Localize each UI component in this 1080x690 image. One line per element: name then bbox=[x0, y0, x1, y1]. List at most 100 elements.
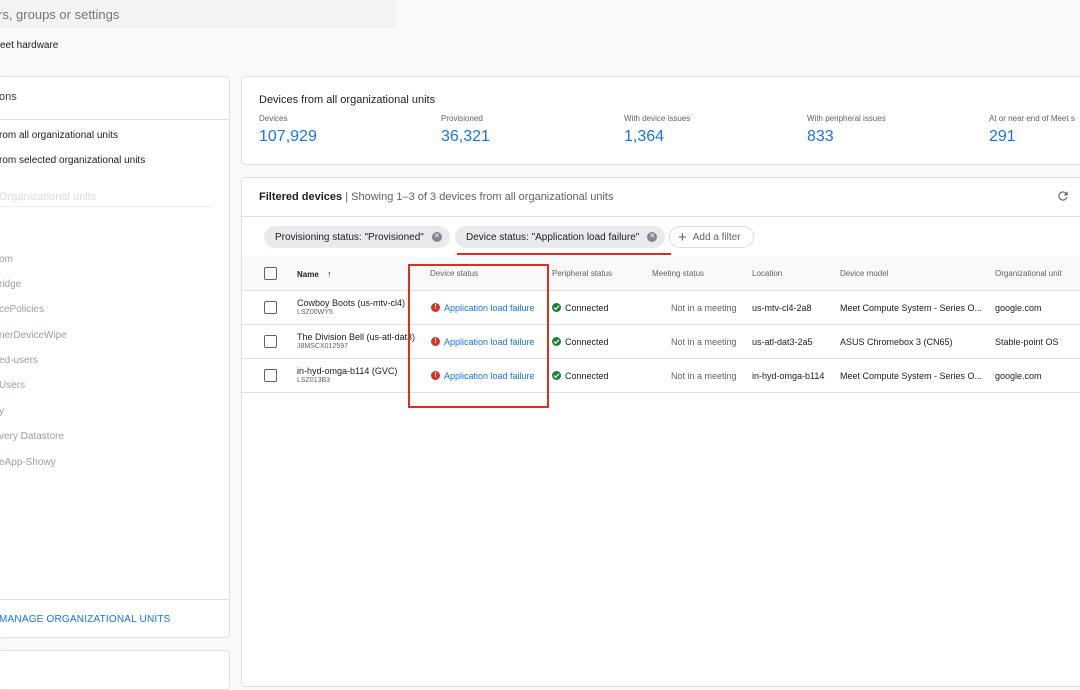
column-meeting-status[interactable]: Meeting status bbox=[652, 269, 704, 278]
refresh-icon[interactable] bbox=[1056, 189, 1070, 203]
device-name[interactable]: in-hyd-omga-b114 (GVC) bbox=[297, 366, 397, 376]
org-unit: google.com bbox=[995, 303, 1042, 313]
device-name[interactable]: The Division Bell (us-atl-dat3) bbox=[297, 332, 415, 342]
device-model: Meet Compute System - Series O... bbox=[840, 303, 983, 313]
org-unit: Stable-point OS bbox=[995, 337, 1059, 347]
stat-devices[interactable]: Devices 107,929 bbox=[259, 114, 317, 146]
row-checkbox[interactable] bbox=[264, 301, 277, 314]
org-unit: google.com bbox=[995, 371, 1042, 381]
divider bbox=[0, 206, 213, 207]
location: us-atl-dat3-2a5 bbox=[752, 337, 813, 347]
option-all-org-units[interactable]: rom all organizational units bbox=[0, 130, 118, 141]
filtered-devices-title: Filtered devices | Showing 1–3 of 3 devi… bbox=[259, 191, 613, 203]
device-status-link[interactable]: Application load failure bbox=[444, 303, 535, 313]
location: us-mtv-cl4-2a8 bbox=[752, 303, 812, 313]
select-all-checkbox[interactable] bbox=[264, 267, 277, 280]
filter-chip-provisioning[interactable]: Provisioning status: "Provisioned" ✕ bbox=[264, 226, 450, 248]
error-circle-icon: ! bbox=[431, 371, 440, 380]
stat-value[interactable]: 291 bbox=[989, 128, 1075, 146]
table-row[interactable]: Cowboy Boots (us-mtv-cl4) LSZ00WY5 ! App… bbox=[242, 291, 1080, 325]
meeting-status: Not in a meeting bbox=[671, 371, 737, 381]
divider bbox=[0, 119, 229, 120]
filtered-subtitle: Showing 1–3 of 3 devices from all organi… bbox=[351, 191, 614, 203]
filter-chip-label: Provisioning status: "Provisioned" bbox=[275, 231, 424, 243]
plus-icon: + bbox=[678, 228, 687, 246]
stat-label: Provisioned bbox=[441, 114, 483, 123]
device-model: ASUS Chromebox 3 (CN65) bbox=[840, 337, 953, 347]
column-device-model[interactable]: Device model bbox=[840, 269, 888, 278]
device-name[interactable]: Cowboy Boots (us-mtv-cl4) bbox=[297, 298, 405, 308]
add-filter-label: Add a filter bbox=[692, 231, 741, 243]
column-name[interactable]: Name ↑ bbox=[297, 269, 332, 279]
org-unit-item[interactable]: ridge bbox=[0, 279, 21, 290]
options-title: ons bbox=[0, 91, 17, 103]
stat-label: At or near end of Meet s bbox=[989, 114, 1075, 123]
filter-chip-device-status[interactable]: Device status: "Application load failure… bbox=[455, 226, 666, 248]
stat-label: With peripheral issues bbox=[807, 114, 886, 123]
org-unit-item[interactable]: ed-users bbox=[0, 355, 38, 366]
manage-org-units-button[interactable]: MANAGE ORGANIZATIONAL UNITS bbox=[0, 614, 171, 625]
table-row[interactable]: in-hyd-omga-b114 (GVC) LSZ013B3 ! Applic… bbox=[242, 359, 1080, 393]
summary-card: Devices from all organizational units De… bbox=[241, 76, 1080, 165]
annotation-underline bbox=[457, 253, 671, 255]
row-checkbox[interactable] bbox=[264, 335, 277, 348]
column-label: Name bbox=[297, 270, 319, 279]
column-org-unit[interactable]: Organizational unit bbox=[995, 269, 1062, 278]
stat-value[interactable]: 833 bbox=[807, 128, 886, 146]
divider bbox=[242, 216, 1080, 217]
close-circle-icon[interactable]: ✕ bbox=[431, 232, 442, 242]
org-unit-item[interactable]: om bbox=[0, 254, 13, 265]
column-location[interactable]: Location bbox=[752, 269, 782, 278]
stat-end-of-support[interactable]: At or near end of Meet s 291 bbox=[989, 114, 1075, 146]
search-input[interactable] bbox=[0, 0, 396, 28]
device-model: Meet Compute System - Series O... bbox=[840, 371, 983, 381]
stat-label: Devices bbox=[259, 114, 288, 123]
org-unit-item[interactable]: cePolicies bbox=[0, 304, 44, 315]
left-panel-secondary bbox=[0, 650, 230, 690]
org-unit-item[interactable]: nerDeviceWipe bbox=[0, 330, 67, 341]
org-unit-item[interactable]: eApp-Showy bbox=[0, 457, 56, 468]
org-unit-item[interactable]: y bbox=[0, 406, 4, 417]
meeting-status: Not in a meeting bbox=[671, 303, 737, 313]
row-checkbox[interactable] bbox=[264, 369, 277, 382]
divider bbox=[0, 599, 229, 600]
title-separator: | bbox=[342, 191, 352, 203]
stat-device-issues[interactable]: With device issues 1,364 bbox=[624, 114, 690, 146]
stat-value[interactable]: 107,929 bbox=[259, 128, 317, 146]
meeting-status: Not in a meeting bbox=[671, 337, 737, 347]
device-serial: J8MSCX012597 bbox=[297, 343, 348, 350]
location: in-hyd-omga-b114 bbox=[752, 371, 825, 381]
devices-card: Filtered devices | Showing 1–3 of 3 devi… bbox=[241, 177, 1080, 687]
filter-chip-label: Device status: "Application load failure… bbox=[466, 231, 640, 243]
stat-provisioned[interactable]: Provisioned 36,321 bbox=[441, 114, 490, 146]
error-circle-icon: ! bbox=[431, 337, 440, 346]
table-row[interactable]: The Division Bell (us-atl-dat3) J8MSCX01… bbox=[242, 325, 1080, 359]
peripheral-status: Connected bbox=[565, 303, 609, 313]
check-circle-icon bbox=[552, 337, 561, 346]
org-unit-item[interactable]: very Datastore bbox=[0, 431, 64, 442]
check-circle-icon bbox=[552, 371, 561, 380]
org-units-header: Organizational units bbox=[0, 191, 97, 203]
breadcrumb[interactable]: eet hardware bbox=[0, 40, 58, 51]
search-bar[interactable] bbox=[0, 0, 396, 28]
error-circle-icon: ! bbox=[431, 303, 440, 312]
option-selected-org-units[interactable]: rom selected organizational units bbox=[0, 155, 145, 166]
stat-peripheral-issues[interactable]: With peripheral issues 833 bbox=[807, 114, 886, 146]
peripheral-status: Connected bbox=[565, 337, 609, 347]
arrow-up-icon[interactable]: ↑ bbox=[327, 269, 332, 279]
column-peripheral-status[interactable]: Peripheral status bbox=[552, 269, 612, 278]
table-header: Name ↑ Device status Peripheral status M… bbox=[242, 257, 1080, 291]
device-status-link[interactable]: Application load failure bbox=[444, 371, 535, 381]
stat-value[interactable]: 36,321 bbox=[441, 128, 490, 146]
device-status-link[interactable]: Application load failure bbox=[444, 337, 535, 347]
device-serial: LSZ00WY5 bbox=[297, 309, 333, 316]
check-circle-icon bbox=[552, 303, 561, 312]
column-device-status[interactable]: Device status bbox=[430, 269, 478, 278]
org-unit-item[interactable]: Users bbox=[0, 380, 25, 391]
close-circle-icon[interactable]: ✕ bbox=[647, 232, 658, 242]
device-serial: LSZ013B3 bbox=[297, 377, 331, 384]
stat-value[interactable]: 1,364 bbox=[624, 128, 690, 146]
peripheral-status: Connected bbox=[565, 371, 609, 381]
filtered-title-label: Filtered devices bbox=[259, 191, 343, 203]
add-filter-button[interactable]: + Add a filter bbox=[669, 226, 754, 248]
